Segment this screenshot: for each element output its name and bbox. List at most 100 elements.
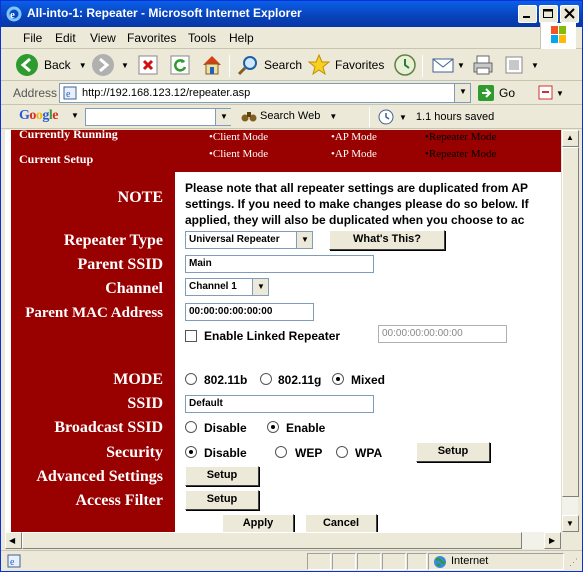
saved-time-label: 1.1 hours saved	[415, 111, 495, 123]
setup-repeater-mode: •Repeater Mode	[425, 148, 497, 160]
mode-80211g-radio[interactable]	[260, 373, 272, 385]
security-wpa-radio[interactable]	[336, 446, 348, 458]
forward-button[interactable]: ▼	[91, 53, 129, 77]
note-line: Please note that all repeater settings a…	[185, 181, 528, 195]
back-button[interactable]: Back ▼	[15, 53, 87, 77]
menu-tools[interactable]: Tools	[188, 31, 216, 45]
back-arrow-icon	[16, 54, 38, 76]
chevron-right-icon: ▶	[549, 536, 556, 545]
search-web-dropdown-icon[interactable]: ▼	[329, 112, 337, 121]
refresh-button[interactable]	[169, 53, 191, 77]
search-web-button[interactable]: Search Web ▼	[241, 109, 337, 123]
channel-select[interactable]: Channel 1 ▼	[185, 278, 269, 296]
search-icon	[237, 56, 257, 76]
favorites-button[interactable]: Favorites	[307, 53, 384, 77]
menu-edit[interactable]: Edit	[55, 31, 76, 45]
cancel-button[interactable]: Cancel	[305, 514, 377, 532]
forward-dropdown-icon[interactable]: ▼	[121, 61, 129, 70]
status-cell	[407, 553, 427, 570]
favorites-label: Favorites	[335, 58, 385, 72]
menu-view[interactable]: View	[90, 31, 116, 45]
running-repeater-mode: •Repeater Mode	[425, 131, 497, 143]
mail-dropdown-icon[interactable]: ▼	[457, 61, 465, 70]
parent-ssid-input[interactable]: Main	[185, 255, 374, 273]
resize-grip-icon[interactable]: ⋰	[569, 557, 578, 568]
menu-help[interactable]: Help	[229, 31, 254, 45]
maximize-button[interactable]	[539, 5, 558, 23]
chevron-left-icon: ◀	[9, 536, 16, 545]
ssid-input[interactable]: Default	[185, 395, 374, 413]
horizontal-scroll-thumb[interactable]	[22, 532, 522, 549]
address-input[interactable]: e http://192.168.123.12/repeater.asp ▼	[59, 83, 471, 103]
status-cell	[332, 553, 356, 570]
repeater-type-select[interactable]: Universal Repeater ▼	[185, 231, 313, 249]
toolbar-separator	[369, 107, 370, 127]
chevron-down-icon: ▼	[566, 519, 574, 528]
print-button[interactable]	[471, 53, 495, 77]
mail-button[interactable]: ▼	[431, 53, 465, 77]
access-setup-button[interactable]: Setup	[185, 490, 259, 510]
running-ap-mode-label: AP Mode	[334, 131, 377, 143]
security-wep-radio[interactable]	[275, 446, 287, 458]
stop-button[interactable]	[137, 53, 159, 77]
linked-mac-input[interactable]: 00:00:00:00:00:00	[378, 325, 507, 343]
toolbar-separator	[422, 55, 423, 77]
google-search-input[interactable]	[85, 108, 231, 126]
history-button[interactable]	[393, 53, 417, 77]
saved-dropdown-icon[interactable]: ▼	[399, 113, 407, 122]
edit-page-button[interactable]: ▼	[503, 53, 539, 77]
mode-80211b-radio[interactable]	[185, 373, 197, 385]
status-cell	[307, 553, 331, 570]
repeater-type-label: Repeater Type	[63, 232, 163, 249]
whats-this-button[interactable]: What's This?	[329, 230, 445, 250]
setup-ap-mode: •AP Mode	[331, 148, 377, 160]
vertical-scrollbar[interactable]: ▲ ▼	[561, 130, 579, 532]
address-dropdown[interactable]: ▼	[454, 84, 470, 102]
window-title: All-into-1: Repeater - Microsoft Interne…	[27, 6, 302, 20]
go-button[interactable]: Go	[477, 84, 515, 102]
page-content: Currently Running Current Setup •Client …	[5, 130, 561, 532]
zone-label: Internet	[451, 555, 489, 567]
current-setup-label: Current Setup	[19, 152, 94, 166]
apply-button[interactable]: Apply	[222, 514, 294, 532]
google-input-dropdown[interactable]: ▼	[215, 109, 231, 125]
repeater-type-dropdown[interactable]: ▼	[296, 232, 312, 248]
security-setup-button[interactable]: Setup	[416, 442, 490, 462]
chevron-up-icon: ▲	[566, 133, 574, 142]
horizontal-scrollbar[interactable]: ◀ ▶	[5, 532, 561, 549]
mode-80211b-label: 802.11b	[204, 373, 248, 387]
broadcast-enable-radio[interactable]	[267, 421, 279, 433]
close-button[interactable]	[560, 5, 579, 23]
search-label: Search	[264, 58, 303, 72]
scroll-down-button[interactable]: ▼	[562, 515, 579, 532]
scroll-right-button[interactable]: ▶	[544, 532, 561, 549]
refresh-icon	[170, 55, 190, 75]
setup-client-mode: •Client Mode	[209, 148, 269, 160]
scroll-up-button[interactable]: ▲	[562, 130, 579, 147]
linked-repeater-checkbox[interactable]	[185, 330, 197, 342]
google-logo[interactable]: Google	[19, 108, 58, 124]
saved-time-button[interactable]: ▼ 1.1 hours saved	[378, 109, 494, 125]
address-bar: Address e http://192.168.123.12/repeater…	[1, 81, 582, 105]
google-dropdown-icon[interactable]: ▼	[71, 111, 79, 120]
search-button[interactable]: Search	[236, 53, 302, 77]
home-button[interactable]	[200, 53, 224, 77]
go-label: Go	[499, 86, 516, 100]
minimize-button[interactable]	[518, 5, 537, 23]
scroll-thumb[interactable]	[562, 147, 579, 497]
edit-dropdown-icon[interactable]: ▼	[531, 61, 539, 70]
channel-dropdown[interactable]: ▼	[252, 279, 268, 295]
advanced-setup-button[interactable]: Setup	[185, 466, 259, 486]
google-toolbar: Google ▼ ▼ Search Web ▼ ▼ 1.1 hours save…	[1, 105, 582, 129]
menu-file[interactable]: File	[23, 31, 42, 45]
back-dropdown-icon[interactable]: ▼	[79, 61, 87, 70]
links-button[interactable]: ▼	[537, 84, 567, 105]
close-icon	[564, 8, 575, 19]
browser-window: e All-into-1: Repeater - Microsoft Inter…	[0, 0, 583, 572]
mode-mixed-radio[interactable]	[332, 373, 344, 385]
broadcast-disable-radio[interactable]	[185, 421, 197, 433]
scroll-left-button[interactable]: ◀	[5, 532, 22, 549]
security-disable-radio[interactable]	[185, 446, 197, 458]
menu-favorites[interactable]: Favorites	[127, 31, 176, 45]
parent-mac-input[interactable]: 00:00:00:00:00:00	[185, 303, 314, 321]
